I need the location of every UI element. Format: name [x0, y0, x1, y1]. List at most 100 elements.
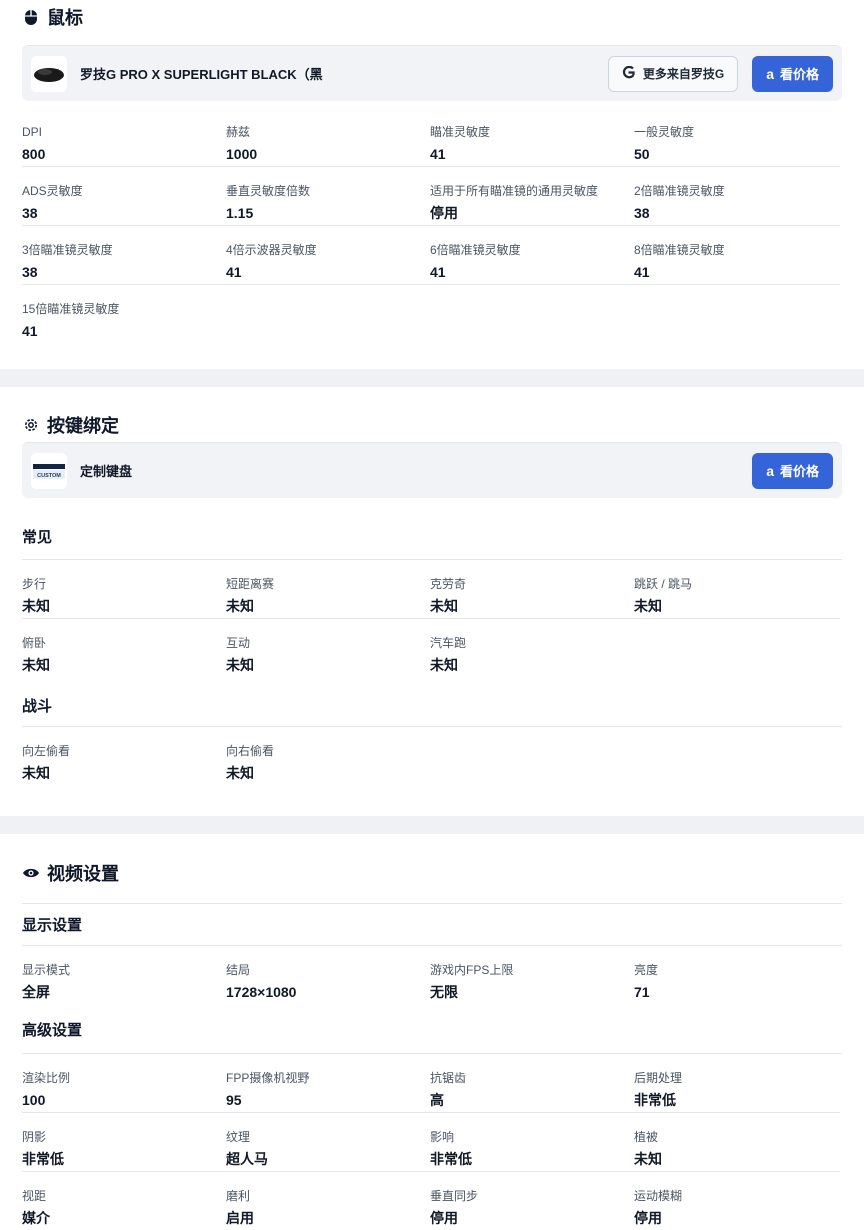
setting-item: 15倍瞄准镜灵敏度 41 [22, 285, 226, 343]
setting-item: 瞄准灵敏度 41 [430, 108, 634, 166]
check-price-label: 看价格 [779, 67, 819, 82]
check-price-label: 看价格 [779, 464, 819, 479]
setting-item: FPP摄像机视野 95 [226, 1054, 430, 1112]
mouse-icon [22, 8, 40, 26]
setting-label: 6倍瞄准镜灵敏度 [430, 243, 521, 257]
setting-label: 步行 [22, 577, 47, 591]
setting-value: 停用 [430, 1210, 458, 1226]
setting-item: 渲染比例 100 [22, 1054, 226, 1112]
setting-label: 抗锯齿 [430, 1071, 467, 1085]
mouse-settings-grid: DPI 800 赫兹 1000 瞄准灵敏度 41 一般灵敏度 50 ADS灵敏度 38 垂… [22, 108, 842, 343]
keyboard-product-image: CUSTOM [31, 452, 67, 489]
setting-label: 显示模式 [22, 963, 71, 977]
setting-item: 垂直同步 停用 [430, 1172, 634, 1230]
setting-label: 向左偷看 [22, 744, 71, 758]
mouse-section-header: 鼠标 [22, 0, 842, 34]
setting-item: 3倍瞄准镜灵敏度 38 [22, 226, 226, 284]
more-from-brand-label: 更多来自罗技G [642, 67, 725, 81]
setting-value: 全屏 [22, 984, 50, 1000]
setting-value: 无限 [430, 984, 458, 1000]
setting-label: 渲染比例 [22, 1071, 71, 1085]
keyboard-product-card: CUSTOM 定制键盘 a 看价格 [22, 442, 842, 498]
setting-value: 未知 [22, 657, 50, 673]
setting-label: 垂直同步 [430, 1189, 479, 1203]
setting-value: 38 [22, 264, 38, 280]
setting-value: 未知 [226, 765, 254, 781]
setting-label: 4倍示波器灵敏度 [226, 243, 317, 257]
setting-value: 未知 [430, 657, 458, 673]
setting-value: 未知 [430, 598, 458, 614]
setting-item: 步行 未知 [22, 560, 226, 618]
setting-item: 6倍瞄准镜灵敏度 41 [430, 226, 634, 284]
setting-item: 汽车跑 未知 [430, 619, 634, 677]
setting-value: 非常低 [634, 1092, 676, 1108]
amazon-icon: a [766, 65, 774, 82]
setting-item: 短距离赛 未知 [226, 560, 430, 618]
check-price-button[interactable]: a 看价格 [752, 452, 833, 489]
setting-value: 未知 [22, 765, 50, 781]
setting-item: 抗锯齿高 [430, 1054, 634, 1112]
setting-item: 垂直灵敏度倍数 1.15 [226, 167, 430, 225]
setting-label: 互动 [226, 636, 251, 650]
setting-label: 阴影 [22, 1130, 47, 1144]
logitech-g-icon [622, 65, 635, 82]
setting-label: 向右偷看 [226, 744, 275, 758]
setting-label: 游戏内FPS上限 [430, 963, 514, 977]
setting-value: 高 [430, 1092, 444, 1108]
setting-value: 未知 [634, 1151, 662, 1167]
display-subtitle: 显示设置 [22, 904, 842, 946]
mouse-product-image [31, 55, 67, 92]
setting-item: 互动 未知 [226, 619, 430, 677]
mouse-product-name[interactable]: 罗技G PRO X SUPERLIGHT BLACK（黑 [80, 64, 608, 83]
advanced-subtitle: 高级设置 [22, 1004, 842, 1054]
setting-item: 俯卧 未知 [22, 619, 226, 677]
setting-label: 瞄准灵敏度 [430, 125, 491, 139]
check-price-button[interactable]: a 看价格 [752, 55, 833, 92]
advanced-settings-grid: 渲染比例 100 FPP摄像机视野 95 抗锯齿高 后期处理 非常低 阴影 非常低 纹理… [22, 1054, 842, 1230]
setting-item: 跳跃 / 跳马 未知 [634, 560, 840, 618]
setting-item: 向左偷看 未知 [22, 727, 226, 785]
setting-item: 磨利 启用 [226, 1172, 430, 1230]
setting-item: 阴影 非常低 [22, 1113, 226, 1171]
setting-label: 适用于所有瞄准镜的通用灵敏度 [430, 184, 599, 198]
keyboard-product-name[interactable]: 定制键盘 [80, 461, 752, 480]
setting-value: 1000 [226, 146, 258, 162]
setting-item: 纹理 超人马 [226, 1113, 430, 1171]
display-settings-grid: 显示模式 全屏 结局 1728×1080 游戏内FPS上限 无限 亮度 71 [22, 946, 842, 1004]
setting-item: 显示模式 全屏 [22, 946, 226, 1004]
setting-value: 800 [22, 146, 46, 162]
setting-label: 短距离赛 [226, 577, 275, 591]
setting-value: 启用 [226, 1210, 254, 1226]
setting-value: 41 [430, 146, 446, 162]
setting-item: 一般灵敏度 50 [634, 108, 840, 166]
setting-value: 未知 [226, 598, 254, 614]
more-from-brand-button[interactable]: 更多来自罗技G [607, 55, 739, 92]
setting-value: 1728×1080 [226, 984, 297, 1000]
section-title: 按键绑定 [47, 416, 119, 436]
setting-item: DPI 800 [22, 108, 226, 166]
setting-label: 视距 [22, 1189, 47, 1203]
setting-item: 影响 非常低 [430, 1113, 634, 1171]
setting-item: 4倍示波器灵敏度 41 [226, 226, 430, 284]
setting-label: 磨利 [226, 1189, 251, 1203]
setting-label: DPI [22, 125, 43, 139]
video-section-header: 视频设置 [22, 856, 842, 904]
setting-label: 植被 [634, 1130, 659, 1144]
setting-label: 跳跃 / 跳马 [634, 577, 693, 591]
setting-item: 赫兹 1000 [226, 108, 430, 166]
keybinds-section: 按键绑定 CUSTOM 定制键盘 a 看价格 常见 步行 未知 短距离赛 未知 克劳… [0, 387, 864, 816]
setting-label: 垂直灵敏度倍数 [226, 184, 311, 198]
setting-value: 41 [22, 323, 38, 339]
setting-value: 41 [430, 264, 446, 280]
setting-value: 媒介 [22, 1210, 50, 1226]
setting-label: 结局 [226, 963, 251, 977]
common-subtitle: 常见 [22, 498, 842, 560]
setting-item: 向右偷看 未知 [226, 727, 430, 785]
setting-label: 克劳奇 [430, 577, 467, 591]
setting-value: 1.15 [226, 205, 254, 221]
setting-value: 非常低 [22, 1151, 64, 1167]
setting-item: 克劳奇 未知 [430, 560, 634, 618]
setting-value: 超人马 [226, 1151, 268, 1167]
setting-value: 未知 [226, 657, 254, 673]
gear-icon [22, 416, 40, 434]
